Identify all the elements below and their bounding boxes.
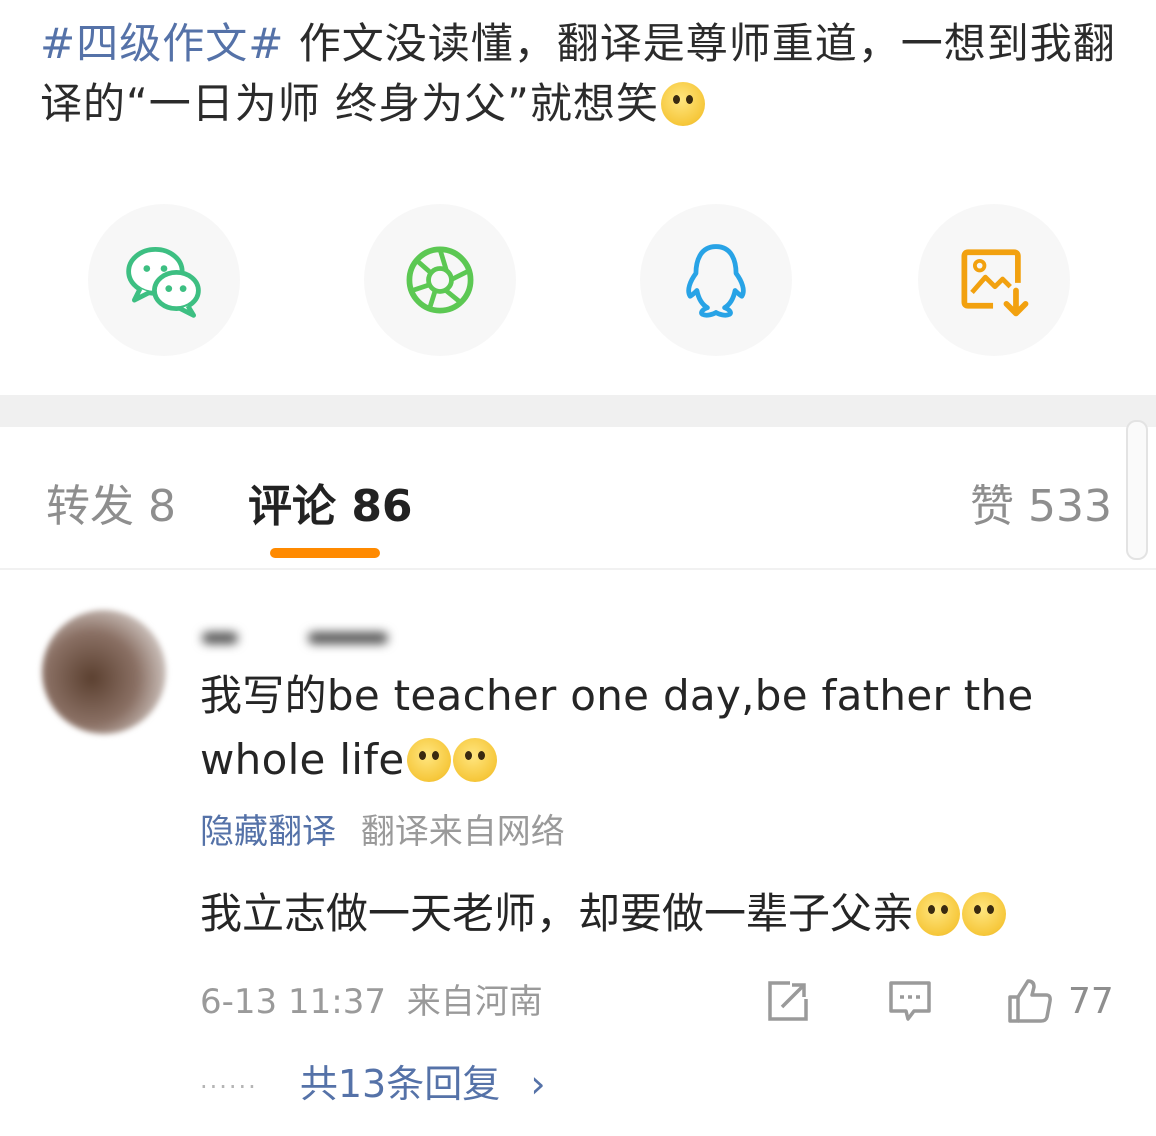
comment-time: 6-13 11:37 xyxy=(200,982,386,1022)
hashtag-link[interactable]: #四级作文# xyxy=(40,19,284,68)
save-image-button[interactable] xyxy=(918,204,1070,356)
share-wechat-button[interactable] xyxy=(88,204,240,356)
like-count: 77 xyxy=(1068,980,1114,1022)
post-text: #四级作文# 作文没读懂，翻译是尊师重道，一想到我翻译的“一日为师 终身为父”就… xyxy=(40,14,1120,134)
crying-emoji-icon xyxy=(962,892,1007,936)
view-replies-link[interactable]: 共13条回复 xyxy=(300,1062,500,1106)
comment-body: 我写的be teacher one day,be father the whol… xyxy=(200,671,1034,784)
translation-source: 翻译来自网络 xyxy=(360,812,565,852)
crying-emoji-icon xyxy=(406,738,451,782)
share-moments-button[interactable] xyxy=(364,204,516,356)
translated-text: 我立志做一天老师，却要做一辈子父亲 xyxy=(200,882,1140,946)
active-tab-indicator xyxy=(270,548,380,558)
chevron-right-icon: › xyxy=(530,1062,546,1106)
share-out-icon xyxy=(768,981,808,1021)
reply-comment-button[interactable] xyxy=(886,976,934,1026)
thumbs-up-icon xyxy=(1008,979,1052,1023)
tab-repost[interactable]: 转发 8 xyxy=(46,470,176,534)
translated-body: 我立志做一天老师，却要做一辈子父亲 xyxy=(200,889,915,938)
comment-meta: 6-13 11:37 来自河南 xyxy=(200,978,543,1026)
replies-row[interactable]: ······ 共13条回复 › xyxy=(200,1058,546,1113)
tab-likes[interactable]: 赞 533 xyxy=(970,470,1112,534)
tab-bar: 转发 8 评论 86 赞 533 xyxy=(0,440,1156,570)
qq-icon xyxy=(686,244,746,318)
avatar[interactable] xyxy=(42,610,166,734)
translation-row: 隐藏翻译 翻译来自网络 xyxy=(200,808,565,856)
section-divider xyxy=(0,395,1156,427)
save-image-icon xyxy=(961,249,1029,317)
crying-emoji-icon xyxy=(452,738,497,782)
share-qq-button[interactable] xyxy=(640,204,792,356)
crying-emoji-icon xyxy=(916,892,961,936)
wechat-icon xyxy=(126,247,201,318)
like-button[interactable]: 77 xyxy=(1006,976,1114,1026)
share-row xyxy=(0,200,1156,360)
moments-icon xyxy=(406,246,474,314)
comment-icon xyxy=(889,981,931,1021)
username-blurred[interactable] xyxy=(198,618,398,658)
comment-location: 来自河南 xyxy=(406,982,543,1022)
hide-translation-link[interactable]: 隐藏翻译 xyxy=(200,812,336,852)
thinking-emoji-icon xyxy=(660,82,705,126)
tab-comments[interactable]: 评论 86 xyxy=(248,470,413,534)
dots-separator: ······ xyxy=(200,1072,258,1101)
comment-text: 我写的be teacher one day,be father the whol… xyxy=(200,664,1120,792)
repost-comment-button[interactable] xyxy=(764,976,812,1026)
